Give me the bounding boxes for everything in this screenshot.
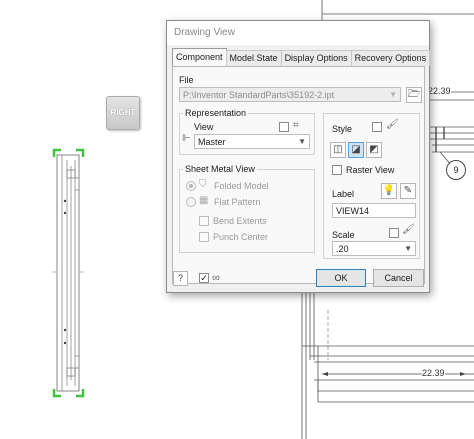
view-label: View <box>194 122 214 132</box>
chevron-down-icon: ▼ <box>404 244 412 253</box>
chevron-down-icon: ▼ <box>389 90 397 99</box>
tab-strip: Component Model State Display Options Re… <box>172 48 431 66</box>
toggle-label-visibility-button[interactable]: 💡 <box>381 183 397 199</box>
lightbulb-icon: 💡 <box>382 185 396 196</box>
cancel-button[interactable]: Cancel <box>373 269 424 287</box>
representation-group: Representation View ⌗ ⊩ Master ▼ <box>179 108 315 155</box>
item-balloon[interactable]: 9 <box>446 160 466 180</box>
edit-view-label-button[interactable]: ✎ <box>400 183 416 199</box>
file-path-dropdown[interactable]: P:\Inventor StandardParts\35192-2.ipt ▼ <box>179 87 401 102</box>
representation-title: Representation <box>183 108 249 118</box>
dialog-title[interactable]: Drawing View <box>167 21 429 45</box>
folded-model-label: Folded Model <box>214 181 269 191</box>
scale-from-base-checkbox[interactable] <box>389 228 399 238</box>
ok-button[interactable]: OK <box>316 269 366 287</box>
shaded-icon: ◩ <box>369 144 379 155</box>
raster-view-label: Raster View <box>346 165 395 175</box>
raster-view-checkbox[interactable] <box>332 165 342 175</box>
hidden-line-button[interactable]: ◫ <box>330 142 346 158</box>
drawing-view-dialog: Drawing View Component Model State Displ… <box>166 20 431 293</box>
folded-model-radio[interactable] <box>186 181 196 191</box>
style-edit-icon: 🖌 <box>386 119 399 130</box>
file-path-value: P:\Inventor StandardParts\35192-2.ipt <box>183 90 335 100</box>
style-label: Style <box>332 124 353 134</box>
shaded-button[interactable]: ◩ <box>366 142 382 158</box>
punch-center-checkbox[interactable] <box>199 232 209 242</box>
file-label: File <box>179 75 194 85</box>
view-rep-tree-icon: ⊩ <box>182 133 191 144</box>
style-label-scale-group: Style 🖌 ◫ ◪ ◩ Raster View Label 💡 ✎ VIEW… <box>323 113 420 259</box>
design-view-icon: ⌗ <box>293 120 299 131</box>
preview-glasses-icon: ∞ <box>212 272 220 284</box>
component-panel: File P:\Inventor StandardParts\35192-2.i… <box>172 66 425 284</box>
scale-value: .20 <box>336 244 349 254</box>
hidden-line-removed-button[interactable]: ◪ <box>348 142 364 158</box>
folder-open-icon: 🗁 <box>407 89 421 100</box>
scale-dropdown[interactable]: .20 ▼ <box>332 241 416 256</box>
sheet-metal-view-group: Sheet Metal View ⛉ Folded Model ▦ Flat P… <box>179 164 315 253</box>
label-caption: Label <box>332 189 355 199</box>
flat-pattern-icon: ▦ <box>199 195 209 206</box>
representation-view-checkbox[interactable] <box>279 122 289 132</box>
sheet-metal-view-title: Sheet Metal View <box>183 164 257 174</box>
punch-center-label: Punch Center <box>213 232 269 242</box>
tab-component[interactable]: Component <box>172 48 227 66</box>
dimension-bottom: 22.39 <box>422 368 445 378</box>
chevron-down-icon: ▼ <box>298 137 306 146</box>
view-value: Master <box>198 137 226 147</box>
scale-label: Scale <box>332 230 355 240</box>
view-dropdown[interactable]: Master ▼ <box>194 134 310 149</box>
hidden-line-removed-icon: ◪ <box>351 144 361 155</box>
bend-extents-label: Bend Extents <box>213 216 267 226</box>
flat-pattern-label: Flat Pattern <box>214 197 261 207</box>
view-label-value: VIEW14 <box>336 206 370 216</box>
tab-recovery-options[interactable]: Recovery Options <box>350 50 431 66</box>
pencil-icon: ✎ <box>403 185 413 196</box>
check-icon: ✓ <box>200 273 208 283</box>
help-button[interactable]: ? <box>173 271 188 286</box>
flat-pattern-radio[interactable] <box>186 197 196 207</box>
view-cube-right[interactable]: RIGHT <box>106 96 140 130</box>
tab-model-state[interactable]: Model State <box>225 50 282 66</box>
preview-checkbox[interactable]: ✓ <box>199 273 209 283</box>
style-from-base-checkbox[interactable] <box>372 122 382 132</box>
view-label-input[interactable]: VIEW14 <box>332 203 416 218</box>
folded-model-icon: ⛉ <box>199 179 207 190</box>
scale-edit-icon: 🖌 <box>402 224 415 235</box>
help-icon: ? <box>177 273 183 283</box>
bend-extents-checkbox[interactable] <box>199 216 209 226</box>
hidden-line-icon: ◫ <box>333 144 343 155</box>
dimension-top: 22.39 <box>428 86 451 96</box>
browse-folder-button[interactable]: 🗁 <box>406 87 422 103</box>
tab-display-options[interactable]: Display Options <box>280 50 352 66</box>
